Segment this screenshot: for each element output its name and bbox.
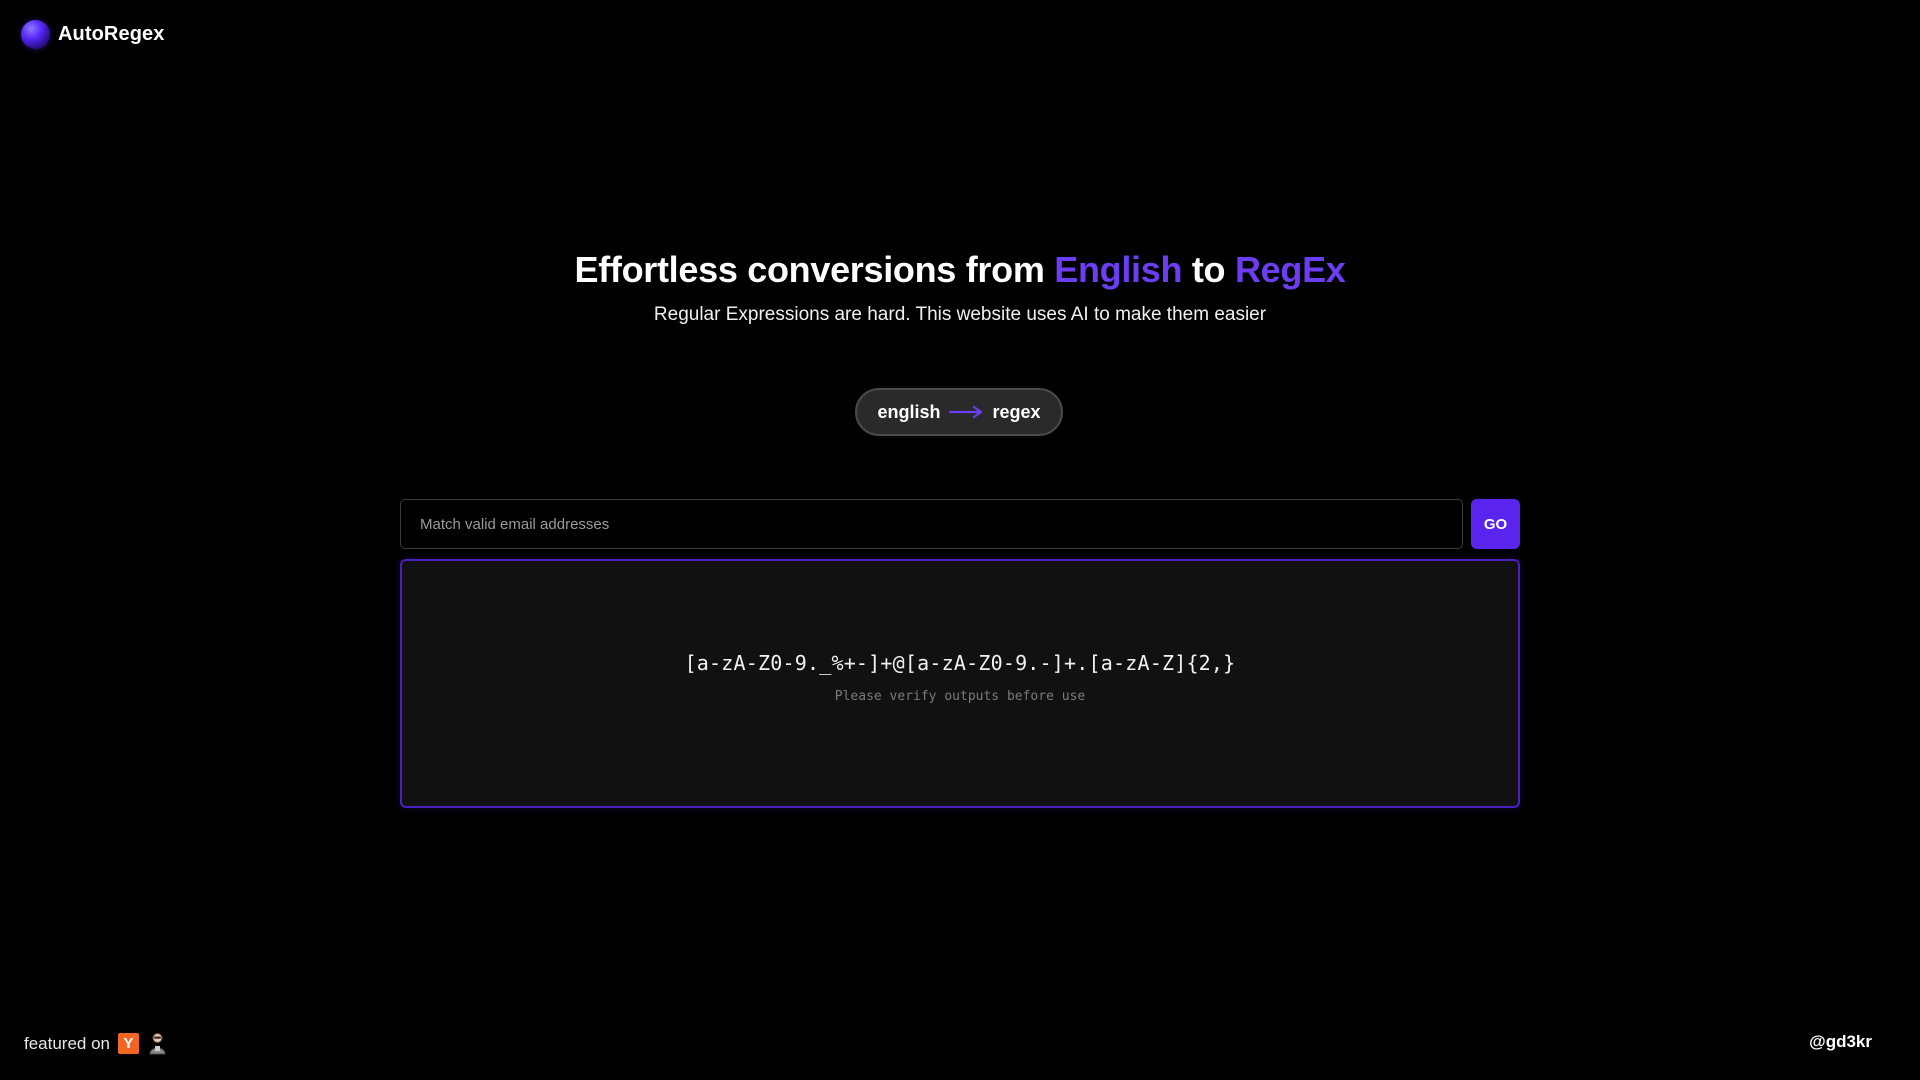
title-middle: to: [1182, 249, 1235, 290]
title-accent-regex: RegEx: [1234, 249, 1346, 290]
query-row: GO: [400, 499, 1520, 549]
author-handle-link[interactable]: @gd3kr: [1809, 1032, 1872, 1052]
mode-toggle-button[interactable]: english regex: [855, 388, 1063, 436]
verify-note: Please verify outputs before use: [834, 689, 1086, 704]
robot-icon[interactable]: [147, 1032, 168, 1055]
output-panel: [a-zA-Z0-9._%+-]+@[a-zA-Z0-9.-]+.[a-zA-Z…: [400, 559, 1520, 808]
arrow-right-icon: [949, 405, 983, 419]
page: AutoRegex Effortless conversions from En…: [0, 0, 1920, 1080]
page-subtitle: Regular Expressions are hard. This websi…: [653, 304, 1267, 325]
mode-from-label: english: [877, 401, 941, 422]
featured-label: featured on: [24, 1033, 111, 1053]
hero: Effortless conversions from English to R…: [0, 244, 1920, 328]
purple-orb-icon: [21, 20, 50, 49]
brand[interactable]: AutoRegex: [21, 20, 164, 49]
query-input[interactable]: [400, 499, 1463, 549]
featured-on: featured on Y: [24, 1032, 168, 1055]
mode-to-label: regex: [992, 401, 1041, 422]
yc-letter: Y: [123, 1035, 134, 1052]
y-combinator-icon[interactable]: Y: [118, 1033, 140, 1054]
title-prefix: Effortless conversions from: [574, 249, 1055, 290]
page-title: Effortless conversions from English to R…: [0, 244, 1920, 296]
go-button[interactable]: GO: [1471, 499, 1520, 549]
regex-output[interactable]: [a-zA-Z0-9._%+-]+@[a-zA-Z0-9.-]+.[a-zA-Z…: [685, 651, 1236, 675]
title-accent-english: English: [1054, 249, 1183, 290]
app-name: AutoRegex: [58, 23, 165, 45]
